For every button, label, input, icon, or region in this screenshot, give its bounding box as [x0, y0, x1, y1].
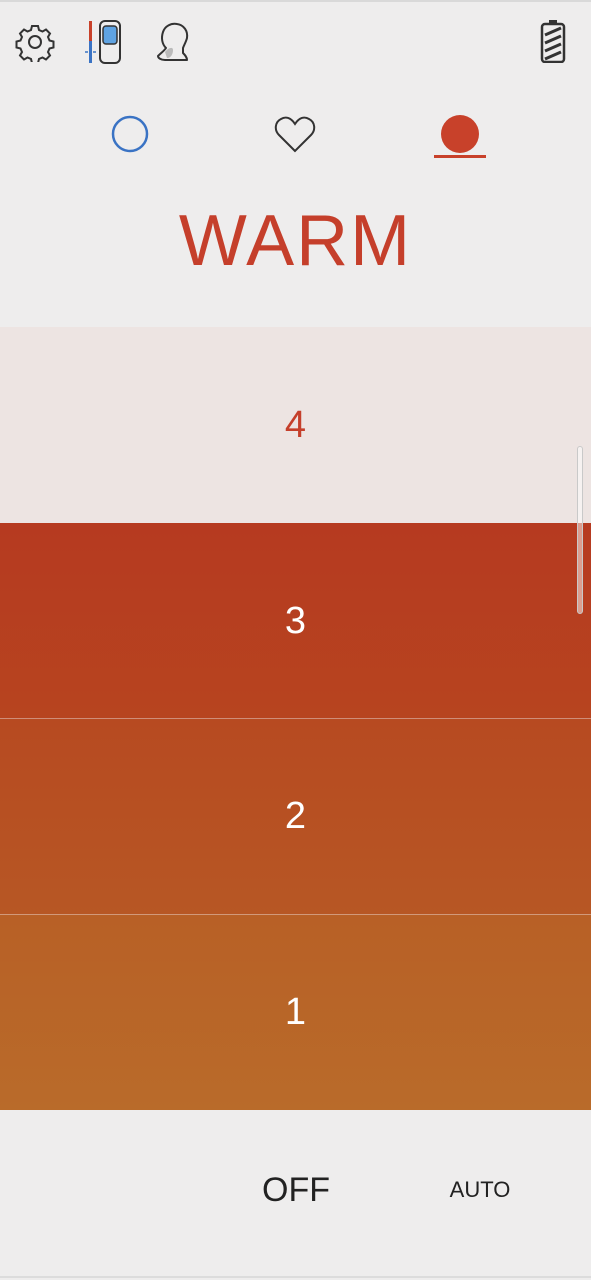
remote-thermometer-icon[interactable]	[84, 18, 126, 66]
person-neck-icon[interactable]	[153, 20, 193, 64]
mode-heart-button[interactable]	[265, 104, 325, 164]
scrollbar[interactable]	[577, 446, 583, 614]
circle-outline-icon	[111, 115, 149, 153]
filled-circle-icon	[441, 115, 479, 153]
battery-icon	[538, 18, 568, 64]
level-label: 1	[284, 991, 307, 1033]
level-3-button[interactable]: 3	[0, 523, 591, 719]
heart-outline-icon	[274, 116, 316, 153]
gear-icon[interactable]	[14, 20, 56, 64]
auto-button[interactable]: AUTO	[440, 1160, 520, 1220]
mode-selected-indicator	[434, 155, 486, 158]
bottom-divider	[0, 1276, 591, 1278]
mode-cool-button[interactable]	[100, 104, 160, 164]
level-4-button[interactable]: 4	[0, 327, 591, 523]
top-divider	[0, 0, 591, 2]
level-label: 2	[284, 795, 307, 837]
level-label: 4	[284, 403, 307, 446]
off-button[interactable]: OFF	[236, 1160, 356, 1220]
level-2-button[interactable]: 2	[0, 718, 591, 914]
level-label: 3	[284, 599, 307, 642]
level-1-button[interactable]: 1	[0, 914, 591, 1110]
mode-title: WARM	[178, 201, 413, 281]
